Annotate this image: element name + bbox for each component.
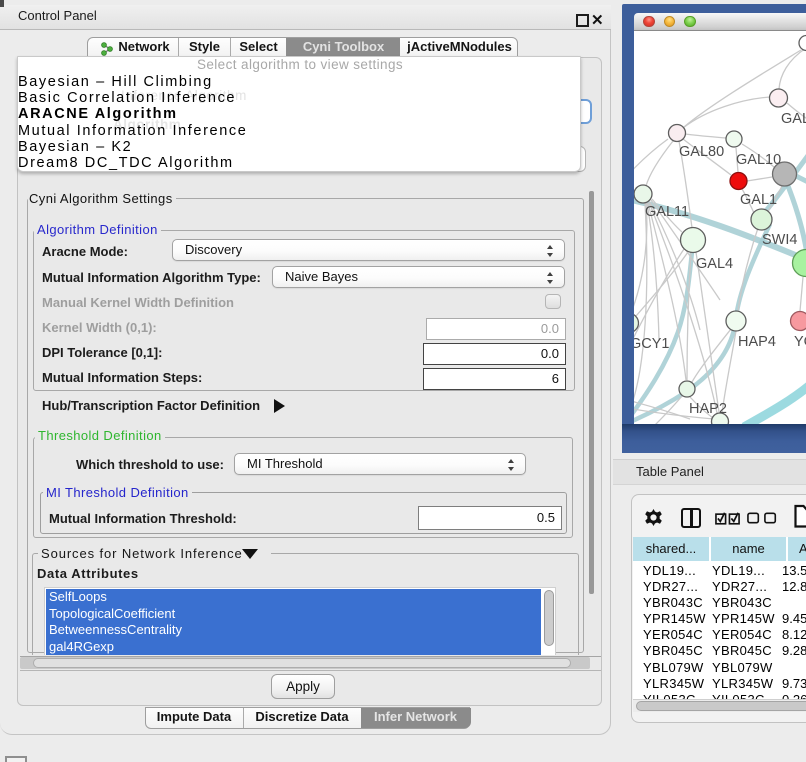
svg-text:HAP4: HAP4: [738, 334, 776, 350]
svg-text:GAL2: GAL2: [781, 111, 806, 127]
svg-text:GAL1: GAL1: [740, 192, 777, 208]
svg-text:GAL10: GAL10: [736, 152, 781, 168]
svg-text:GAL11: GAL11: [645, 204, 689, 220]
svg-text:GCY1: GCY1: [634, 336, 670, 352]
svg-text:YG: YG: [794, 334, 806, 350]
svg-text:GAL4: GAL4: [696, 256, 733, 272]
svg-text:GAL80: GAL80: [679, 144, 724, 160]
svg-text:HAP2: HAP2: [689, 401, 727, 417]
svg-text:SWI4: SWI4: [762, 232, 797, 248]
